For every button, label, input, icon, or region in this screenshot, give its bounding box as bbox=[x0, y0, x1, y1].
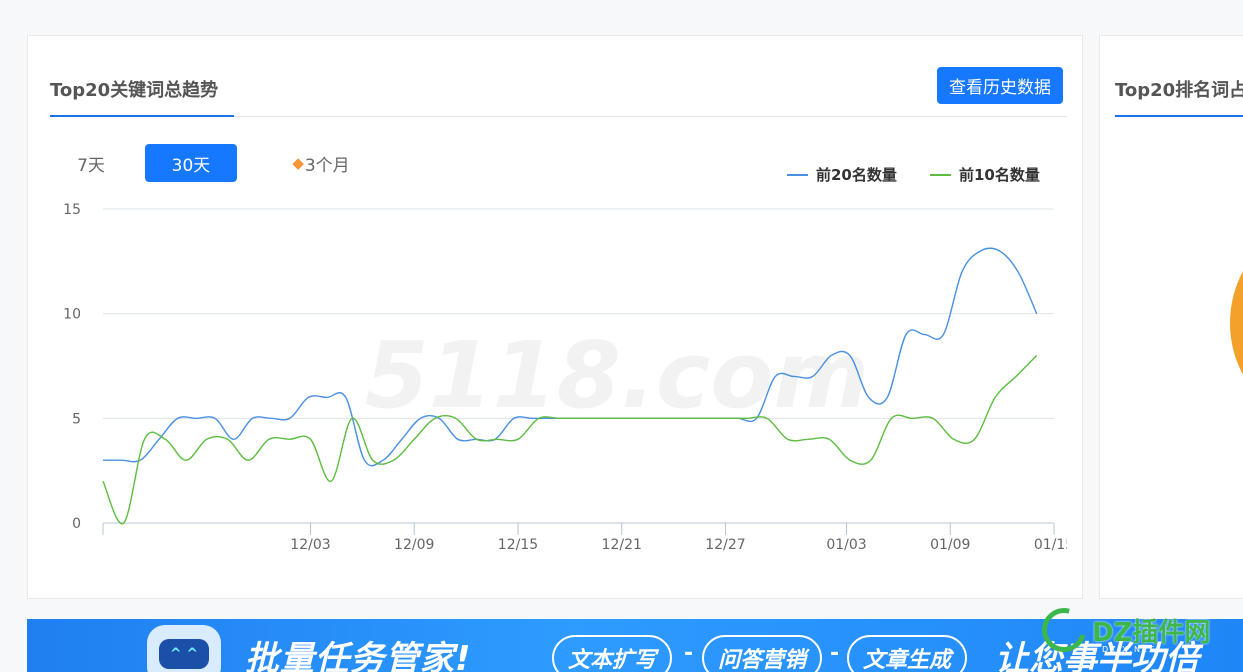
x-tick-label: 01/15 bbox=[1034, 537, 1067, 553]
y-tick-label: 10 bbox=[63, 307, 81, 323]
x-tick-label: 12/21 bbox=[602, 537, 642, 553]
y-tick-label: 15 bbox=[63, 202, 81, 218]
y-tick-label: 0 bbox=[72, 516, 81, 532]
side-pie-chart bbox=[1230, 218, 1243, 428]
side-card-title: Top20排名词占 bbox=[1115, 80, 1243, 101]
banner-pill-article: 文章生成 bbox=[847, 635, 968, 672]
dz-logo-icon bbox=[1033, 599, 1095, 661]
banner-pill-qa: 问答营销 bbox=[702, 635, 823, 672]
robot-face: ^ ^ bbox=[159, 639, 209, 669]
ranking-share-card: Top20排名词占 bbox=[1099, 35, 1243, 599]
banner-pill-expand: 文本扩写 bbox=[552, 635, 673, 672]
trend-line-chart: 5118.com 0 5 10 15 12/03 12/09 12/15 12/21 12/27 0… bbox=[63, 202, 1067, 553]
robot-icon: ^ ^ bbox=[147, 625, 221, 672]
x-tick-label: 01/09 bbox=[930, 537, 970, 553]
banner-headline: 批量任务管家! bbox=[245, 639, 472, 672]
x-tick-label: 12/15 bbox=[498, 537, 538, 553]
side-title-underline bbox=[1115, 115, 1243, 117]
y-tick-label: 5 bbox=[72, 411, 81, 427]
x-tick-label: 12/09 bbox=[394, 537, 434, 553]
banner-separator: - bbox=[830, 641, 840, 666]
x-tick-label: 12/27 bbox=[705, 537, 745, 553]
page: Top20关键词总趋势 查看历史数据 7天 30天 ◆ 3个月 前20名数量 前… bbox=[0, 0, 1243, 672]
dz-logo-text: DZ插件网 bbox=[1092, 617, 1211, 648]
watermark-text: 5118.com bbox=[365, 322, 870, 429]
x-tick-label: 01/03 bbox=[826, 537, 866, 553]
dz-logo-subtext: DZ-X.NET bbox=[1102, 645, 1156, 654]
banner-separator: - bbox=[684, 641, 694, 666]
x-tick-label: 12/03 bbox=[290, 537, 330, 553]
